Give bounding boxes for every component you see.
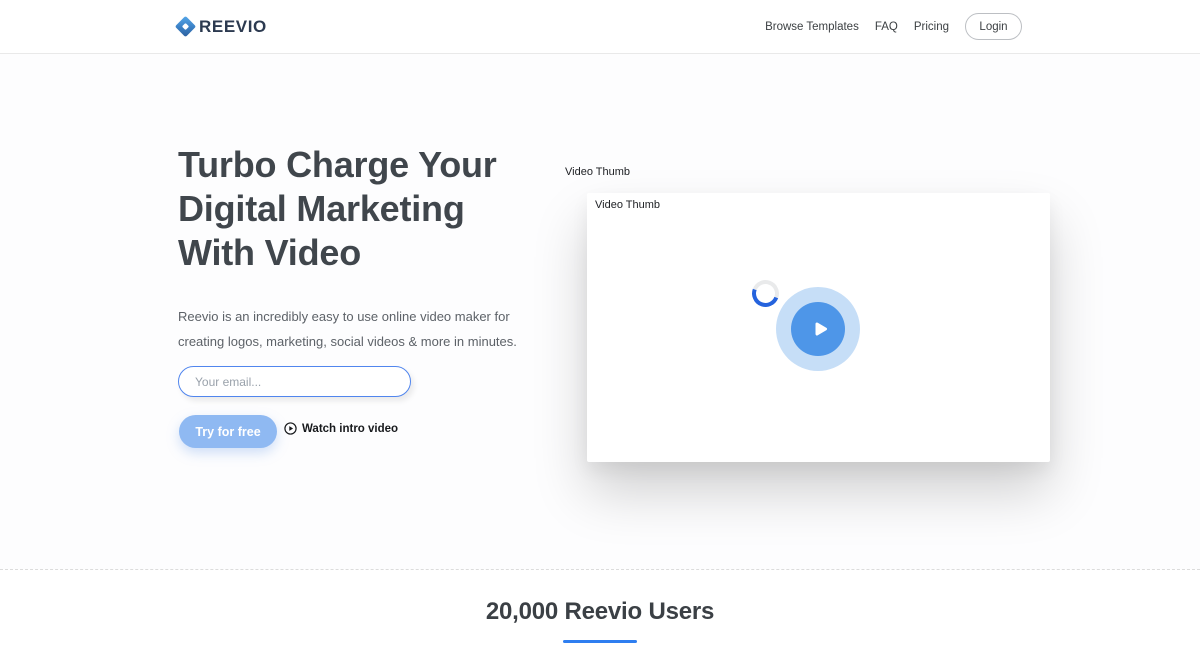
video-thumb-alt-text-outer: Video Thumb (565, 166, 631, 178)
logo-diamond-icon (174, 15, 197, 38)
play-icon (806, 318, 831, 340)
page: REEVIO Browse Templates FAQ Pricing Logi… (0, 0, 1200, 665)
nav-browse-templates[interactable]: Browse Templates (765, 21, 859, 33)
nav-pricing[interactable]: Pricing (914, 21, 949, 33)
hero-heading-line-2: Digital Marketing (178, 188, 465, 229)
loading-spinner-icon (747, 275, 784, 312)
users-section: 20,000 Reevio Users (0, 570, 1200, 665)
header: REEVIO Browse Templates FAQ Pricing Logi… (0, 0, 1200, 54)
login-button[interactable]: Login (965, 13, 1022, 40)
video-play-button-inner (791, 302, 845, 356)
hero-heading-line-1: Turbo Charge Your (178, 144, 497, 185)
logo[interactable]: REEVIO (174, 15, 267, 38)
logo-diamond-hole (181, 22, 190, 31)
try-for-free-button[interactable]: Try for free (179, 415, 277, 448)
hero-section: Turbo Charge Your Digital Marketing With… (0, 54, 1200, 569)
hero-description-line-1: Reevio is an incredibly easy to use onli… (178, 309, 510, 324)
main-nav: Browse Templates FAQ Pricing Login (765, 13, 1022, 40)
video-play-button[interactable] (776, 287, 860, 371)
header-inner: REEVIO Browse Templates FAQ Pricing Logi… (174, 0, 1022, 53)
watch-intro-video-label: Watch intro video (302, 422, 399, 435)
users-heading: 20,000 Reevio Users (485, 598, 715, 625)
hero-description-line-2: creating logos, marketing, social videos… (178, 334, 517, 349)
nav-faq[interactable]: FAQ (875, 21, 898, 33)
video-thumb-alt-text-inner: Video Thumb (595, 199, 661, 211)
hero-heading: Turbo Charge Your Digital Marketing With… (178, 143, 497, 275)
hero-description: Reevio is an incredibly easy to use onli… (178, 304, 517, 354)
hero-heading-line-3: With Video (178, 232, 362, 273)
users-heading-underline (563, 640, 637, 643)
video-thumbnail-card[interactable]: Video Thumb (587, 193, 1050, 462)
circle-play-icon (284, 422, 297, 435)
logo-text: REEVIO (199, 16, 267, 36)
email-input[interactable] (178, 366, 411, 397)
watch-intro-video-link[interactable]: Watch intro video (284, 422, 398, 435)
